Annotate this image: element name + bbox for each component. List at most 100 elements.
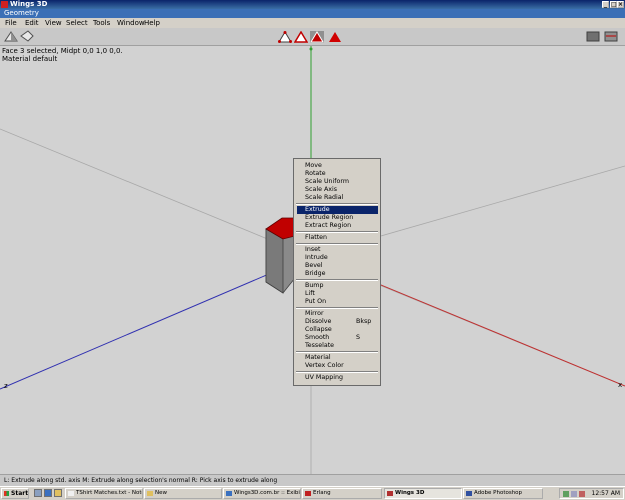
menu-window[interactable]: Window: [117, 18, 145, 28]
menu-item-extract-region[interactable]: Extract Region: [305, 222, 379, 230]
menu-item-flatten[interactable]: Flatten: [305, 234, 379, 242]
taskbar-button-3[interactable]: Wings3D.com.br :: Exibir ...: [223, 488, 301, 499]
geometry-title-bar: Geometry: [0, 9, 625, 18]
menu-item-bridge[interactable]: Bridge: [305, 270, 379, 278]
menu-edit[interactable]: Edit: [25, 18, 39, 28]
start-button[interactable]: Start: [1, 488, 29, 499]
taskbar-button-label: New: [155, 490, 167, 496]
menu-separator: [296, 371, 378, 373]
face-select-button[interactable]: [310, 31, 324, 43]
menu-item-label: Extrude: [305, 206, 330, 213]
menu-separator: [296, 307, 378, 309]
menu-separator: [296, 231, 378, 233]
clock: 12:57 AM: [591, 490, 620, 497]
menu-item-smooth[interactable]: Smooth S: [305, 334, 379, 342]
body-mode-icon: [329, 32, 341, 42]
cube-left-face[interactable]: [265, 228, 284, 294]
menu-item-move[interactable]: Move: [305, 162, 379, 170]
menu-item-label: Scale Uniform: [305, 178, 349, 185]
menu-item-label: Put On: [305, 298, 327, 305]
status-text: L: Extrude along std. axis M: Extrude al…: [4, 477, 278, 484]
menu-item-material[interactable]: Material: [305, 354, 379, 362]
menu-item-scale-uniform[interactable]: Scale Uniform: [305, 178, 379, 186]
system-tray: 12:57 AM: [559, 488, 624, 499]
menu-tools[interactable]: Tools: [93, 18, 110, 28]
menu-item-label: Scale Axis: [305, 186, 338, 193]
tray-app-icon[interactable]: [579, 491, 585, 497]
menu-item-label: Intrude: [305, 254, 328, 261]
menu-item-bump[interactable]: Bump: [305, 282, 379, 290]
taskbar-button-label: Wings 3D: [395, 490, 425, 496]
menu-item-label: Tesselate: [305, 342, 335, 349]
menu-item-label: UV Mapping: [305, 374, 343, 381]
windows-flag-icon: [4, 491, 9, 496]
groundplane-icon[interactable]: [586, 30, 600, 43]
window-title-bar[interactable]: Wings 3D _ □ ×: [0, 0, 625, 9]
browser-icon: [226, 491, 232, 496]
edge-mode-icon: [293, 30, 309, 43]
x-axis-label: x: [618, 381, 622, 389]
quicklaunch-ie-icon[interactable]: [44, 489, 52, 497]
menu-item-shortcut: Bksp: [356, 318, 372, 325]
taskbar-button-5[interactable]: Wings 3D: [384, 488, 462, 499]
menu-item-bevel[interactable]: Bevel: [305, 262, 379, 270]
menu-item-label: Collapse: [305, 326, 332, 333]
axes-toggle-icon[interactable]: [604, 30, 618, 43]
start-label: Start: [11, 490, 29, 497]
menu-item-intrude[interactable]: Intrude: [305, 254, 379, 262]
taskbar-button-label: Erlang: [313, 490, 331, 496]
taskbar-button-2[interactable]: New: [144, 488, 222, 499]
menu-item-tesselate[interactable]: Tesselate: [305, 342, 379, 350]
edge-select-button[interactable]: [293, 30, 309, 43]
quicklaunch-desktop-icon[interactable]: [34, 489, 42, 497]
menu-file[interactable]: File: [5, 18, 17, 28]
menu-item-label: Material: [305, 354, 331, 361]
menu-item-extrude-region[interactable]: Extrude Region: [305, 214, 379, 222]
menu-item-extrude[interactable]: Extrude: [297, 206, 378, 214]
menu-item-rotate[interactable]: Rotate: [305, 170, 379, 178]
geometry-title: Geometry: [4, 9, 39, 17]
menu-item-label: Mirror: [305, 310, 324, 317]
menu-item-collapse[interactable]: Collapse: [305, 326, 379, 334]
menu-item-scale-radial[interactable]: Scale Radial: [305, 194, 379, 202]
taskbar-button-6[interactable]: Adobe Photoshop: [463, 488, 543, 499]
menu-item-scale-axis[interactable]: Scale Axis: [305, 186, 379, 194]
quicklaunch-folder-icon[interactable]: [54, 489, 62, 497]
body-select-button[interactable]: [328, 31, 342, 43]
close-button[interactable]: ×: [617, 1, 624, 8]
3d-viewport[interactable]: Face 3 selected, Midpt 0,0 1,0 0,0. Mate…: [0, 46, 625, 474]
menu-help[interactable]: Help: [144, 18, 160, 28]
network-icon[interactable]: [563, 491, 569, 497]
face-context-menu: Move Rotate Scale Uniform Scale Axis Scale R…: [293, 158, 381, 386]
menu-item-label: Bridge: [305, 270, 326, 277]
menu-item-label: Smooth: [305, 334, 330, 341]
volume-icon[interactable]: [571, 491, 577, 497]
taskbar-button-4[interactable]: Erlang: [302, 488, 382, 499]
perspective-icon[interactable]: [20, 30, 34, 43]
menu-item-uv-mapping[interactable]: UV Mapping: [305, 374, 379, 382]
menu-item-label: Bump: [305, 282, 324, 289]
erlang-icon: [305, 491, 311, 496]
menu-view[interactable]: View: [45, 18, 62, 28]
vertex-select-button[interactable]: [278, 31, 292, 43]
menu-item-label: Bevel: [305, 262, 323, 269]
taskbar-button-label: TShirt Matches.txt - Note...: [76, 490, 143, 496]
menu-item-put-on[interactable]: Put On: [305, 298, 379, 306]
menu-item-dissolve[interactable]: Dissolve Bksp: [305, 318, 379, 326]
smooth-preview-icon[interactable]: [4, 30, 18, 43]
menu-bar: File Edit View Select Tools Window Help: [0, 18, 625, 28]
minimize-button[interactable]: _: [602, 1, 609, 8]
menu-item-label: Extract Region: [305, 222, 352, 229]
taskbar-button-1[interactable]: TShirt Matches.txt - Note...: [65, 488, 143, 499]
menu-item-label: Vertex Color: [305, 362, 344, 369]
menu-item-mirror[interactable]: Mirror: [305, 310, 379, 318]
menu-select[interactable]: Select: [66, 18, 88, 28]
menu-item-label: Extrude Region: [305, 214, 354, 221]
menu-item-vertex-color[interactable]: Vertex Color: [305, 362, 379, 370]
menu-item-lift[interactable]: Lift: [305, 290, 379, 298]
notepad-icon: [68, 491, 74, 496]
maximize-button[interactable]: □: [610, 1, 617, 8]
menu-item-inset[interactable]: Inset: [305, 246, 379, 254]
menu-item-label: Move: [305, 162, 322, 169]
menu-item-label: Lift: [305, 290, 315, 297]
